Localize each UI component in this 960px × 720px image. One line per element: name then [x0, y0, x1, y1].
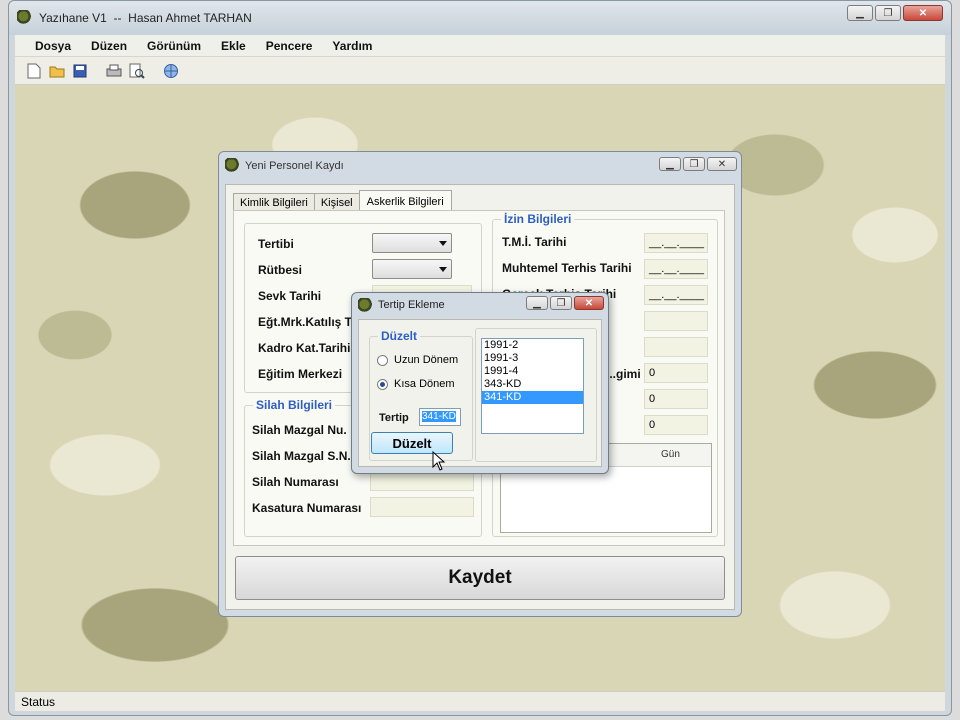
label-tmi-tarihi: T.M.İ. Tarihi	[502, 235, 567, 249]
personel-window-icon	[225, 158, 241, 172]
label-kadro-kat-tarihi: Kadro Kat.Tarihi	[258, 341, 351, 355]
menu-ekle[interactable]: Ekle	[213, 37, 254, 55]
globe-icon[interactable]	[162, 62, 180, 80]
menu-duzen[interactable]: Düzen	[83, 37, 135, 55]
radio-uzun-donem[interactable]: Uzun Dönem	[377, 354, 458, 366]
label-sevk-tarihi: Sevk Tarihi	[258, 289, 322, 303]
tertip-input-value: 341-KD	[422, 411, 456, 422]
list-item[interactable]: 1991-4	[482, 365, 583, 378]
mouse-cursor-icon	[432, 451, 446, 471]
duzelt-group-title: Düzelt	[378, 329, 420, 343]
radio-kisa-donem[interactable]: Kısa Dönem	[377, 378, 455, 390]
silah-numarasi-field[interactable]	[370, 471, 474, 491]
label-tertibi: Tertibi	[258, 237, 294, 251]
list-item[interactable]: 1991-3	[482, 352, 583, 365]
rutbesi-combo[interactable]	[372, 259, 452, 279]
list-item-selected[interactable]: 341-KD	[482, 391, 583, 404]
izin-field-4[interactable]	[644, 311, 708, 331]
maximize-button[interactable]: ❐	[875, 5, 901, 21]
app-icon	[17, 10, 33, 24]
menu-yardim[interactable]: Yardım	[324, 37, 380, 55]
kasatura-numarasi-field[interactable]	[370, 497, 474, 517]
tertip-dialog-body: Düzelt Uzun Dönem Kısa Dönem Tertip 341-…	[358, 319, 602, 467]
tertibi-combo[interactable]	[372, 233, 452, 253]
personel-window-title: Yeni Personel Kaydı	[245, 160, 344, 172]
izin-grid-header-gun: Gün	[661, 449, 680, 460]
tertip-dialog: Tertip Ekleme ▁ ❐ ✕ Düzelt Uzun Dönem Kı…	[351, 292, 609, 474]
radio-uzun-donem-circle[interactable]	[377, 354, 388, 366]
toolbar	[15, 57, 945, 85]
tertip-dialog-icon	[358, 298, 374, 312]
muhtemel-terhis-field[interactable]: __.__.____	[644, 259, 708, 279]
izin-count-2[interactable]: 0	[644, 389, 708, 409]
label-silah-mazgal-nu: Silah Mazgal Nu.	[252, 423, 347, 437]
tmi-tarihi-field[interactable]: __.__.____	[644, 233, 708, 253]
minimize-button[interactable]: ▁	[847, 5, 873, 21]
list-item[interactable]: 1991-2	[482, 339, 583, 352]
personel-maximize-button[interactable]: ❐	[683, 157, 705, 171]
silah-group-title: Silah Bilgileri	[253, 398, 336, 412]
label-kasatura-numarasi: Kasatura Numarası	[252, 501, 362, 515]
window-title: Yazıhane V1 -- Hasan Ahmet TARHAN	[39, 11, 252, 25]
radio-uzun-donem-label: Uzun Dönem	[394, 354, 459, 366]
print-icon[interactable]	[105, 62, 123, 80]
save-icon[interactable]	[71, 62, 89, 80]
tertip-close-button[interactable]: ✕	[574, 296, 604, 310]
personel-minimize-button[interactable]: ▁	[659, 157, 681, 171]
kaydet-button[interactable]: Kaydet	[235, 556, 725, 600]
radio-kisa-donem-circle[interactable]	[377, 378, 388, 390]
list-item[interactable]: 343-KD	[482, 378, 583, 391]
open-folder-icon[interactable]	[48, 62, 66, 80]
personel-tabs: Kimlik Bilgileri Kişisel Askerlik Bilgil…	[233, 189, 452, 213]
label-silah-mazgal-sn: Silah Mazgal S.N.	[252, 449, 351, 463]
tertip-maximize-button[interactable]: ❐	[550, 296, 572, 310]
izin-group-title: İzin Bilgileri	[501, 212, 575, 226]
new-icon[interactable]	[25, 62, 43, 80]
izin-field-5[interactable]	[644, 337, 708, 357]
print-preview-icon[interactable]	[128, 62, 146, 80]
tertip-dialog-title: Tertip Ekleme	[378, 299, 445, 311]
tertip-listbox[interactable]: 1991-2 1991-3 1991-4 343-KD 341-KD	[481, 338, 584, 434]
izin-count-1[interactable]: 0	[644, 363, 708, 383]
menu-gorunum[interactable]: Görünüm	[139, 37, 209, 55]
label-egitim-merkezi: Eğitim Merkezi	[258, 367, 343, 381]
label-rutbesi: Rütbesi	[258, 263, 303, 277]
tertip-minimize-button[interactable]: ▁	[526, 296, 548, 310]
status-bar: Status	[15, 691, 945, 711]
close-button[interactable]: ✕	[903, 5, 943, 21]
main-title-bar: Yazıhane V1 -- Hasan Ahmet TARHAN ▁ ❐ ✕	[9, 1, 951, 35]
status-text: Status	[21, 694, 56, 709]
tertip-input[interactable]: 341-KD	[419, 408, 461, 426]
label-muhtemel-terhis: Muhtemel Terhis Tarihi	[502, 261, 632, 275]
menu-dosya[interactable]: Dosya	[27, 37, 79, 55]
menu-bar: Dosya Düzen Görünüm Ekle Pencere Yardım	[15, 35, 945, 57]
gercek-terhis-field[interactable]: __.__.____	[644, 285, 708, 305]
personel-close-button[interactable]: ✕	[707, 157, 737, 171]
tertip-label: Tertip	[379, 412, 409, 424]
label-silah-numarasi: Silah Numarası	[252, 475, 339, 489]
label-izin-gimi: ...gimi	[606, 367, 641, 381]
menu-pencere[interactable]: Pencere	[258, 37, 321, 55]
izin-count-3[interactable]: 0	[644, 415, 708, 435]
radio-kisa-donem-label: Kısa Dönem	[394, 378, 455, 390]
